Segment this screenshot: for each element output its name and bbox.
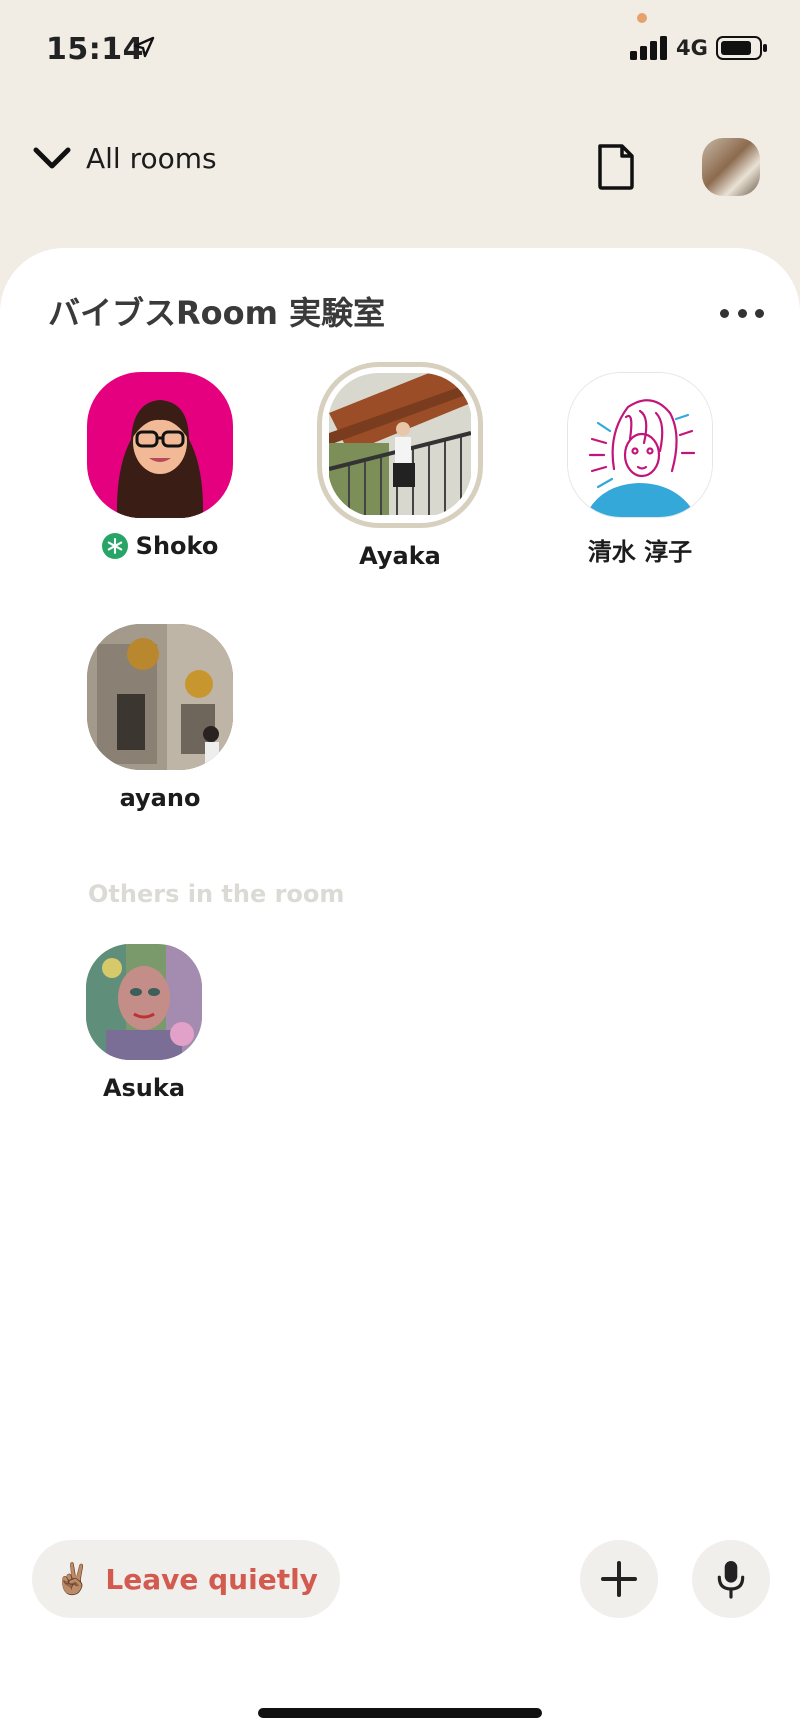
speaker-shimizu-junko[interactable]: 清水 淳子 <box>540 372 740 567</box>
battery-icon <box>716 36 767 60</box>
all-rooms-nav[interactable]: All rooms <box>32 142 217 175</box>
peace-hand-icon: ✌🏽 <box>54 1561 92 1597</box>
leave-quietly-button[interactable]: ✌🏽 Leave quietly <box>32 1540 340 1618</box>
speaker-name: ayano <box>119 784 201 812</box>
moderator-badge-icon <box>101 533 128 559</box>
speaker-avatar <box>87 624 233 770</box>
add-button[interactable] <box>580 1540 658 1618</box>
speaker-name: Ayaka <box>359 542 441 570</box>
leave-quietly-label: Leave quietly <box>105 1562 318 1596</box>
privacy-indicator-dot <box>637 13 647 23</box>
network-type: 4G <box>676 36 708 60</box>
speaker-avatar <box>87 372 233 518</box>
listener-avatar <box>86 944 202 1060</box>
status-time: 15:14 <box>46 32 144 67</box>
speaker-avatar <box>567 372 713 518</box>
speaker-name: 清水 淳子 <box>587 538 693 566</box>
listener-asuka[interactable]: Asuka <box>44 944 244 1102</box>
microphone-button[interactable] <box>692 1540 770 1618</box>
more-options-icon[interactable] <box>720 306 764 320</box>
signal-icon <box>630 36 667 60</box>
status-bar: 15:14 4G <box>0 0 800 96</box>
plus-icon <box>601 1561 637 1597</box>
speaker-name-row: Shoko <box>60 532 260 560</box>
all-rooms-label: All rooms <box>86 142 217 175</box>
profile-avatar[interactable] <box>702 138 760 196</box>
microphone-icon <box>717 1561 745 1599</box>
speaker-ayaka[interactable]: Ayaka <box>300 362 500 570</box>
listener-name: Asuka <box>102 1074 186 1102</box>
home-indicator <box>258 1708 542 1718</box>
room-sheet: バイブスRoom 実験室 Shoko Ayaka 清水 淳子 ayano Oth… <box>0 248 800 1732</box>
room-title: バイブスRoom 実験室 <box>48 294 386 332</box>
speaker-avatar <box>317 362 483 528</box>
document-icon[interactable] <box>594 142 638 192</box>
others-section-label: Others in the room <box>88 880 345 908</box>
location-arrow-icon <box>133 36 155 58</box>
speaker-name: Shoko <box>135 532 219 560</box>
speaker-ayano[interactable]: ayano <box>60 624 260 812</box>
speaker-shoko[interactable]: Shoko <box>60 372 260 560</box>
chevron-down-icon <box>33 147 71 168</box>
